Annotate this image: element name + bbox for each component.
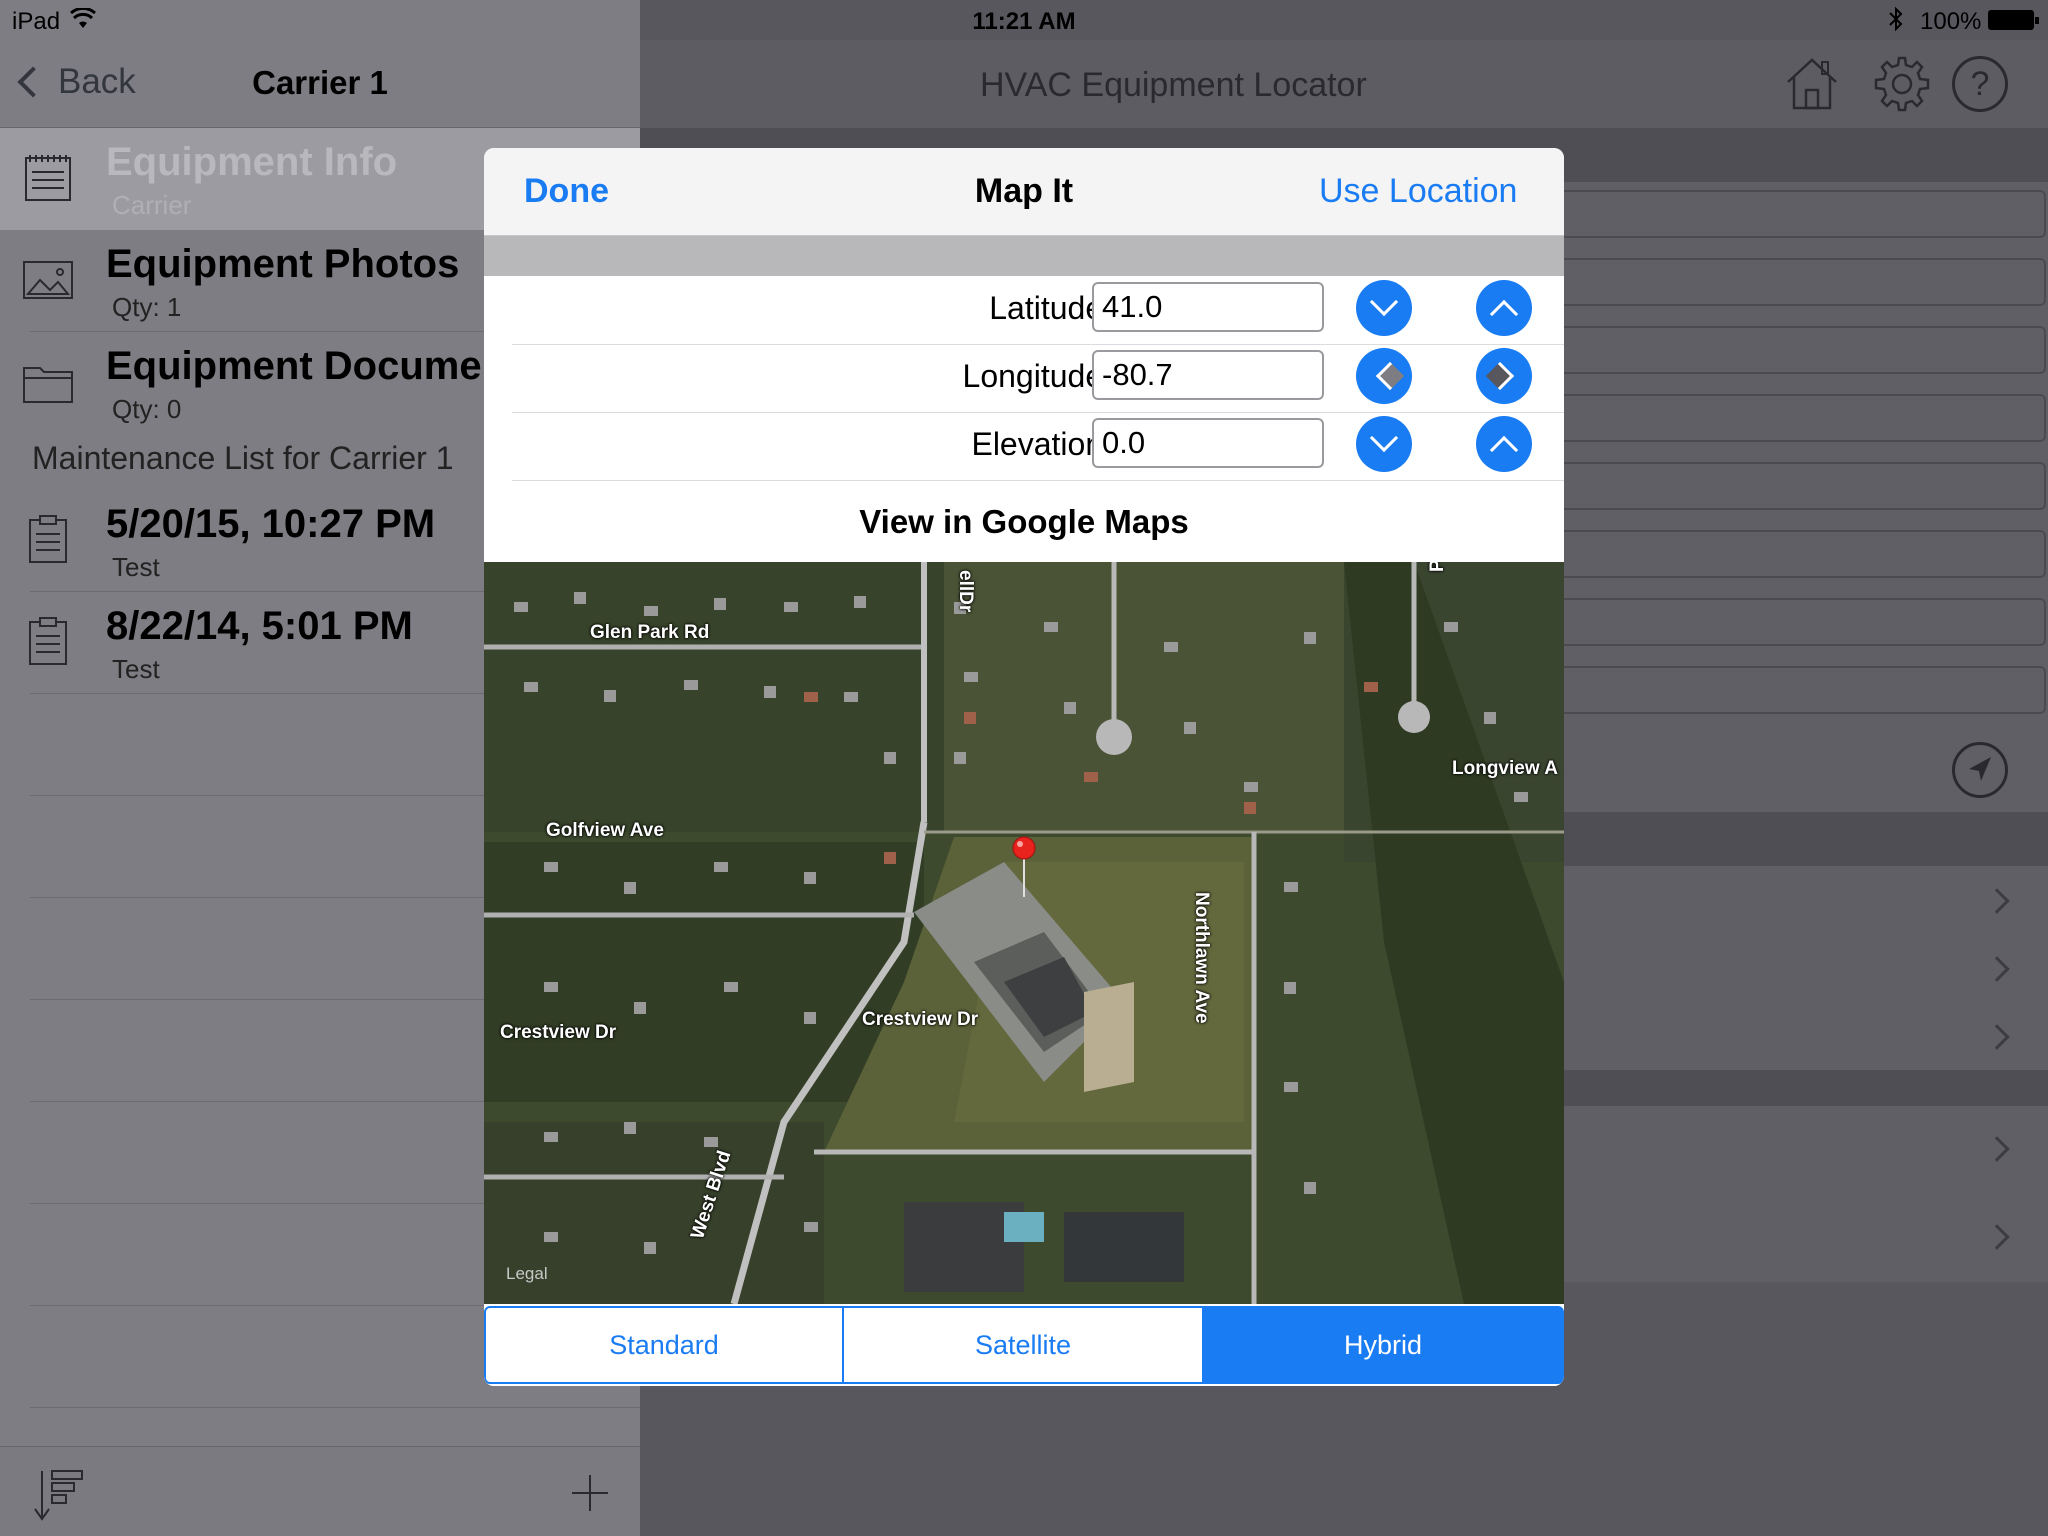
back-label: Back	[58, 62, 136, 101]
add-icon[interactable]	[570, 1473, 610, 1513]
row-subtitle: Carrier	[112, 190, 192, 220]
home-icon[interactable]	[1782, 54, 1842, 114]
master-title: Carrier 1	[252, 64, 388, 101]
detail-nav-bar: HVAC Equipment Locator ?	[640, 40, 2048, 128]
road-label: Longview A	[1452, 758, 1558, 779]
map-imagery	[484, 562, 1564, 1304]
section-header: Maintenance List for Carrier 1	[32, 440, 454, 476]
longitude-input[interactable]	[1092, 350, 1324, 400]
view-in-google-maps-button[interactable]: View in Google Maps	[484, 503, 1564, 541]
modal-separator	[484, 236, 1564, 276]
map-type-standard[interactable]: Standard	[484, 1306, 844, 1384]
maintenance-note: Test	[112, 552, 160, 582]
gear-icon[interactable]	[1872, 54, 1932, 114]
maintenance-date: 5/20/15, 10:27 PM	[106, 502, 436, 546]
status-bar: iPad 11:21 AM 100%	[0, 0, 2048, 40]
row-title: Equipment Documer	[106, 344, 498, 388]
latitude-row: Latitude:	[484, 276, 1564, 344]
clipboard-icon	[29, 515, 67, 563]
master-nav-bar: Back Carrier 1	[0, 40, 640, 128]
photo-icon	[23, 261, 73, 299]
use-location-button[interactable]: Use Location	[1319, 172, 1517, 211]
master-toolbar	[0, 1446, 640, 1536]
maintenance-date: 8/22/14, 5:01 PM	[106, 604, 413, 648]
row-subtitle: Qty: 0	[112, 394, 182, 424]
chevron-up-icon	[1489, 435, 1519, 465]
road-label: Parkland A	[1427, 562, 1449, 572]
maintenance-note: Test	[112, 654, 160, 684]
chevron-right-icon	[1984, 1224, 2010, 1250]
elevation-increase-button[interactable]	[1476, 416, 1532, 472]
folder-icon	[23, 367, 73, 403]
latitude-decrease-button[interactable]	[1356, 280, 1412, 336]
chevron-right-icon	[1984, 1024, 2010, 1050]
latitude-increase-button[interactable]	[1476, 280, 1532, 336]
road-label: Crestview Dr	[862, 1009, 979, 1030]
longitude-decrease-button[interactable]	[1356, 348, 1412, 404]
clipboard-icon	[29, 617, 67, 665]
location-pin-icon[interactable]	[1012, 836, 1036, 860]
divider	[30, 1407, 640, 1408]
chevron-right-icon	[1984, 956, 2010, 982]
chevron-down-icon	[1369, 423, 1399, 453]
sort-icon[interactable]	[32, 1467, 88, 1523]
map-type-segmented-control: Standard Satellite Hybrid	[484, 1306, 1564, 1386]
notepad-icon	[25, 155, 71, 201]
battery-percent: 100%	[1920, 8, 1982, 35]
divider	[512, 480, 1564, 481]
longitude-row: Longitude:	[484, 344, 1564, 412]
clock: 11:21 AM	[972, 8, 1076, 35]
chevron-right-icon	[1984, 888, 2010, 914]
road-label: Crestview Dr	[500, 1022, 617, 1043]
map-type-satellite[interactable]: Satellite	[842, 1306, 1204, 1384]
chevron-up-icon	[1489, 299, 1519, 329]
road-label: Glen Park Rd	[590, 622, 710, 643]
longitude-increase-button[interactable]	[1476, 348, 1532, 404]
bluetooth-icon	[1889, 6, 1903, 32]
map-type-hybrid[interactable]: Hybrid	[1202, 1306, 1564, 1384]
row-subtitle: Qty: 1	[112, 292, 182, 322]
row-title: Equipment Info	[106, 140, 398, 184]
road-label: Golfview Ave	[546, 820, 664, 841]
modal-nav-bar: Done Map It Use Location	[484, 148, 1564, 236]
legal-link[interactable]: Legal	[506, 1264, 548, 1284]
back-button[interactable]: Back	[14, 62, 136, 102]
detail-title: HVAC Equipment Locator	[980, 66, 1367, 104]
satellite-map[interactable]: Glen Park Rd Golfview Ave Crestview Dr C…	[484, 562, 1564, 1304]
chevron-right-icon	[1984, 1136, 2010, 1162]
row-title: Equipment Photos	[106, 242, 460, 286]
latitude-input[interactable]	[1092, 282, 1324, 332]
elevation-row: Elevation:	[484, 412, 1564, 480]
chevron-left-icon	[1375, 361, 1405, 391]
elevation-decrease-button[interactable]	[1356, 416, 1412, 472]
battery-icon	[1988, 10, 2039, 30]
elevation-input[interactable]	[1092, 418, 1324, 468]
longitude-label: Longitude:	[962, 358, 1112, 394]
road-label: ellDr	[955, 570, 976, 613]
road-label: Northlawn Ave	[1191, 892, 1212, 1024]
location-arrow-icon[interactable]	[1952, 742, 2008, 798]
map-it-modal: Done Map It Use Location Latitude: Longi…	[484, 148, 1564, 1386]
help-icon[interactable]: ?	[1952, 56, 2008, 112]
elevation-label: Elevation:	[971, 426, 1112, 462]
chevron-right-icon	[1485, 361, 1515, 391]
chevron-down-icon	[1369, 287, 1399, 317]
chevron-left-icon	[17, 66, 49, 98]
